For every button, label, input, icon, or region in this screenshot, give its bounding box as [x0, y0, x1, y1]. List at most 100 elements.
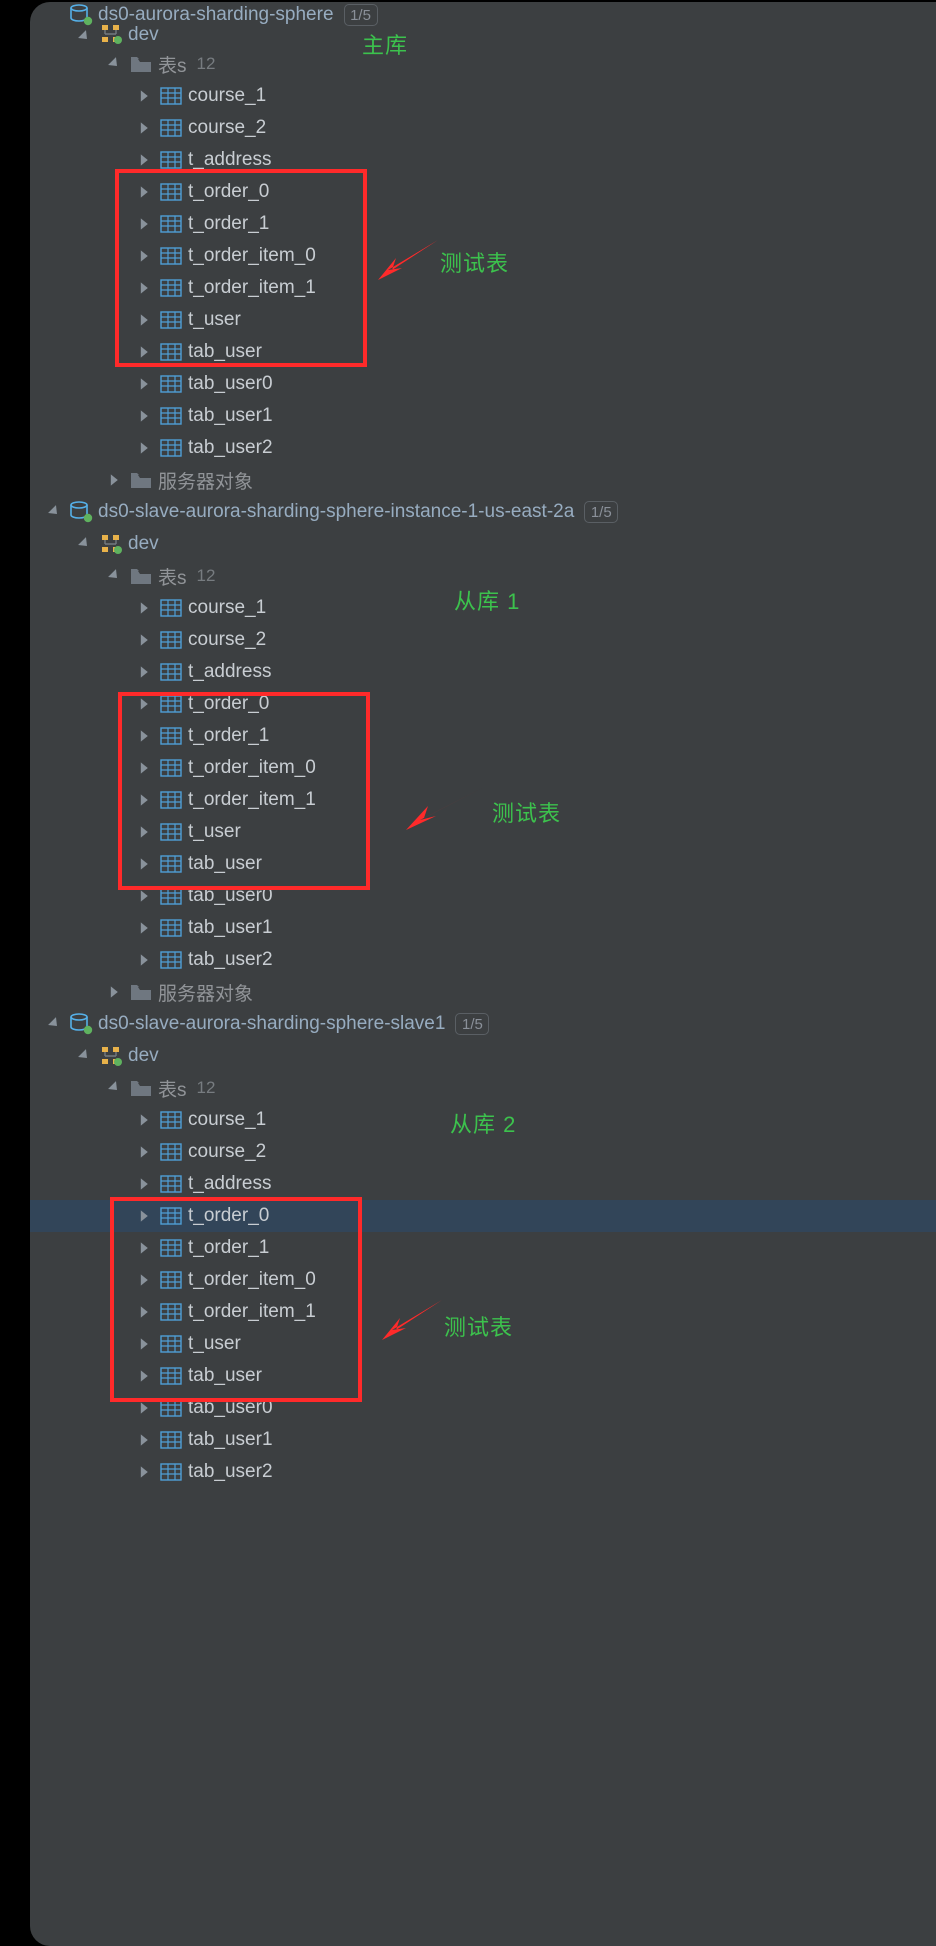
table-label: t_order_item_0 — [188, 1269, 316, 1291]
table-label: course_2 — [188, 117, 266, 139]
table-label: t_address — [188, 661, 271, 683]
table-label: t_order_item_0 — [188, 245, 316, 267]
tree-table[interactable]: tab_user — [30, 336, 936, 368]
tree-schema[interactable]: dev — [30, 28, 936, 48]
tree-schema[interactable]: dev — [30, 1040, 936, 1072]
chevron-right-icon — [136, 1239, 154, 1257]
tree-table[interactable]: t_order_item_0 — [30, 1264, 936, 1296]
tree-table[interactable]: tab_user — [30, 848, 936, 880]
tree-table[interactable]: tab_user2 — [30, 944, 936, 976]
tree-table[interactable]: tab_user0 — [30, 368, 936, 400]
table-icon — [158, 1268, 184, 1292]
database-icon — [68, 3, 94, 27]
table-label: course_2 — [188, 629, 266, 651]
tree-table[interactable]: t_address — [30, 1168, 936, 1200]
chevron-right-icon — [136, 247, 154, 265]
table-icon — [158, 1236, 184, 1260]
tree-table[interactable]: t_order_item_1 — [30, 1296, 936, 1328]
table-icon — [158, 628, 184, 652]
tree-table[interactable]: t_user — [30, 816, 936, 848]
tree-table[interactable]: t_address — [30, 144, 936, 176]
chevron-right-icon — [136, 1399, 154, 1417]
tree-table[interactable]: t_order_0 — [30, 1200, 936, 1232]
table-label: t_order_item_1 — [188, 789, 316, 811]
schema-label: dev — [128, 24, 159, 46]
table-label: t_user — [188, 309, 241, 331]
tree-table[interactable]: t_order_1 — [30, 208, 936, 240]
tree-table[interactable]: t_user — [30, 1328, 936, 1360]
tree-tables-folder[interactable]: 表s 12 — [30, 1072, 936, 1104]
table-icon — [158, 724, 184, 748]
folder-icon — [128, 980, 154, 1004]
tree-table[interactable]: t_order_1 — [30, 1232, 936, 1264]
tree-table[interactable]: course_1 — [30, 1104, 936, 1136]
tree-table[interactable]: tab_user0 — [30, 880, 936, 912]
tables-folder-label: 表s — [158, 563, 187, 590]
chevron-down-icon — [106, 567, 124, 585]
schema-label: dev — [128, 533, 159, 555]
tree-table[interactable]: tab_user1 — [30, 1424, 936, 1456]
chevron-down-icon — [106, 55, 124, 73]
folder-icon — [128, 564, 154, 588]
chevron-right-icon — [136, 951, 154, 969]
tree-table[interactable]: t_user — [30, 304, 936, 336]
tree-schema[interactable]: dev — [30, 528, 936, 560]
chevron-right-icon — [136, 1431, 154, 1449]
table-label: course_1 — [188, 1109, 266, 1131]
tree-datasource[interactable]: ds0-slave-aurora-sharding-sphere-slave1 … — [30, 1008, 936, 1040]
tree-table[interactable]: tab_user0 — [30, 1392, 936, 1424]
table-icon — [158, 436, 184, 460]
table-icon — [158, 1108, 184, 1132]
chevron-right-icon — [136, 759, 154, 777]
tree-table[interactable]: course_1 — [30, 592, 936, 624]
tree-table[interactable]: t_order_1 — [30, 720, 936, 752]
table-label: t_order_0 — [188, 181, 269, 203]
table-icon — [158, 948, 184, 972]
table-label: tab_user0 — [188, 373, 273, 395]
tree-server-objects[interactable]: 服务器对象 — [30, 464, 936, 496]
tree-table[interactable]: t_address — [30, 656, 936, 688]
table-icon — [158, 340, 184, 364]
tree-table[interactable]: tab_user — [30, 1360, 936, 1392]
chevron-right-icon — [136, 375, 154, 393]
chevron-right-icon — [136, 1335, 154, 1353]
tree-datasource[interactable]: ds0-slave-aurora-sharding-sphere-instanc… — [30, 496, 936, 528]
tree-table[interactable]: t_order_0 — [30, 176, 936, 208]
tree-tables-folder[interactable]: 表s 12 — [30, 48, 936, 80]
schema-icon — [98, 1044, 124, 1068]
tree-table[interactable]: t_order_item_0 — [30, 240, 936, 272]
tree-table[interactable]: course_2 — [30, 112, 936, 144]
db-tree-panel: ds0-aurora-sharding-sphere 1/5 dev 表s 12 — [30, 2, 936, 1946]
chevron-down-icon — [76, 28, 94, 46]
chevron-right-icon — [136, 695, 154, 713]
tables-count: 12 — [197, 1078, 216, 1098]
table-icon — [158, 884, 184, 908]
tree-table[interactable]: tab_user2 — [30, 1456, 936, 1488]
table-label: t_order_0 — [188, 693, 269, 715]
tree-tables-folder[interactable]: 表s 12 — [30, 560, 936, 592]
chevron-right-icon — [136, 1207, 154, 1225]
chevron-down-icon — [46, 6, 64, 24]
chevron-right-icon — [136, 1175, 154, 1193]
chevron-right-icon — [136, 855, 154, 873]
tree-table[interactable]: t_order_item_0 — [30, 752, 936, 784]
tree-datasource[interactable]: ds0-aurora-sharding-sphere 1/5 — [30, 2, 936, 28]
database-icon — [68, 500, 94, 524]
table-icon — [158, 1300, 184, 1324]
tree-table[interactable]: tab_user1 — [30, 912, 936, 944]
chevron-right-icon — [136, 439, 154, 457]
schema-icon — [98, 532, 124, 556]
tree-table[interactable]: tab_user2 — [30, 432, 936, 464]
tree-table[interactable]: t_order_item_1 — [30, 784, 936, 816]
tree-table[interactable]: tab_user1 — [30, 400, 936, 432]
tree-table[interactable]: course_2 — [30, 624, 936, 656]
tree-table[interactable]: course_1 — [30, 80, 936, 112]
tables-folder-label: 表s — [158, 51, 187, 78]
chevron-down-icon — [76, 1047, 94, 1065]
tree-server-objects[interactable]: 服务器对象 — [30, 976, 936, 1008]
tree-table[interactable]: t_order_0 — [30, 688, 936, 720]
table-label: t_user — [188, 821, 241, 843]
tree-table[interactable]: course_2 — [30, 1136, 936, 1168]
table-icon — [158, 1140, 184, 1164]
tree-table[interactable]: t_order_item_1 — [30, 272, 936, 304]
